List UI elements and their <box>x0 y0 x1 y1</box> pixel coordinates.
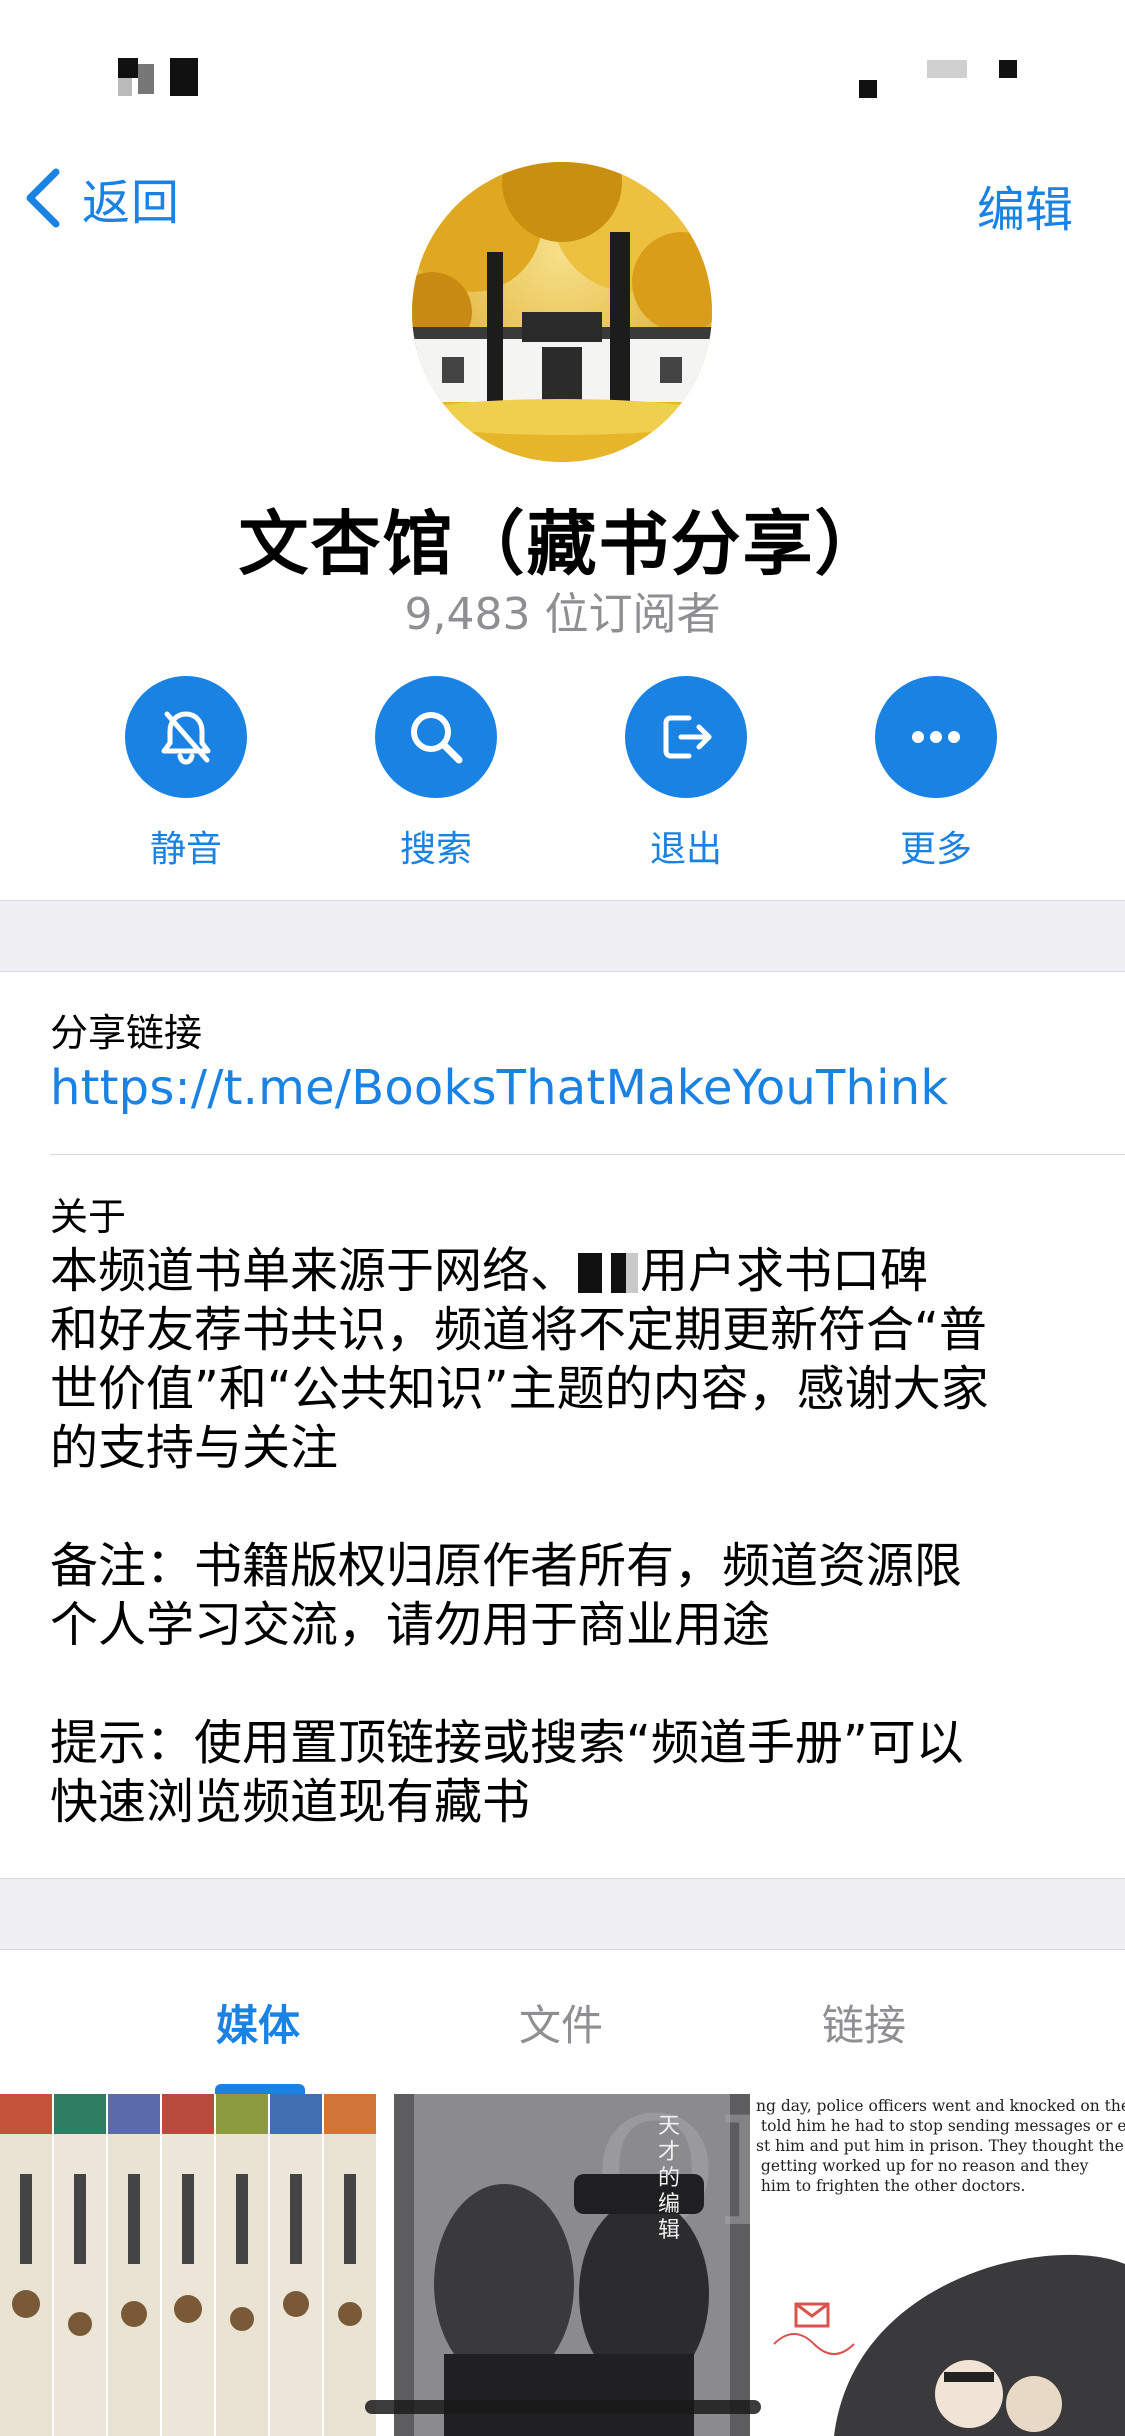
info-divider <box>50 1154 1125 1155</box>
leave-label: 退出 <box>649 829 722 870</box>
search-button[interactable]: 搜索 <box>356 676 516 872</box>
media-item-genius-book[interactable]: OR 天才的编辑 <box>394 2094 750 2436</box>
shared-media-tabs: 媒体 文件 链接 <box>0 1950 1125 2092</box>
mute-button[interactable]: 静音 <box>106 676 266 872</box>
redacted-text <box>578 1253 639 1293</box>
comic-caption: ng day, police officers went and knocked… <box>756 2097 1125 2195</box>
tab-indicator <box>215 2084 305 2094</box>
about-body: 和好友荐书共识，频道将不定期更新符合“普 世价值”和“公共知识”主题的内容，感谢… <box>50 1302 989 1830</box>
bell-slash-icon <box>161 711 211 765</box>
search-icon <box>411 712 463 764</box>
home-indicator <box>365 2400 761 2414</box>
status-indicators-redacted <box>859 58 1039 102</box>
media-item-comic[interactable]: ng day, police officers went and knocked… <box>754 2094 1125 2436</box>
chevron-left-icon <box>26 168 60 228</box>
book-set-image <box>0 2094 376 2436</box>
more-button[interactable]: 更多 <box>856 676 1016 872</box>
share-link[interactable]: https://t.me/BooksThatMakeYouThink <box>50 1060 948 1116</box>
back-label: 返回 <box>82 175 181 231</box>
about-line1-start: 本频道书单来源于网络、 <box>50 1243 579 1299</box>
mute-label: 静音 <box>149 829 222 870</box>
about-label: 关于 <box>50 1195 127 1239</box>
status-time-redacted <box>118 58 200 98</box>
more-label: 更多 <box>899 829 972 870</box>
media-item-book-set[interactable] <box>0 2094 376 2436</box>
book-cover-title: 天才的编辑 <box>658 2114 681 2243</box>
more-icon <box>912 731 960 743</box>
avatar-image <box>412 162 712 462</box>
media-grid: OR 天才的编辑 ng day, police officers went an… <box>0 2094 1125 2436</box>
tab-files[interactable]: 文件 <box>519 1992 603 2053</box>
channel-title: 文杏馆（藏书分享） <box>238 503 887 585</box>
book-cover-image: OR <box>394 2094 750 2436</box>
tab-media[interactable]: 媒体 <box>216 1992 300 2053</box>
subscriber-count: 9,483 位订阅者 <box>404 589 721 640</box>
about-text: 本频道书单来源于网络、 用户求书口碑 和好友荐书共识，频道将不定期更新符合“普 世… <box>50 1242 1090 1832</box>
edit-button[interactable]: 编辑 <box>977 170 1073 240</box>
status-bar <box>0 0 1125 110</box>
back-button[interactable]: 返回 <box>22 162 180 234</box>
action-row: 静音 搜索 退出 更多 <box>0 676 1125 870</box>
section-separator <box>0 900 1125 972</box>
search-label: 搜索 <box>399 829 472 870</box>
leave-icon <box>663 715 712 759</box>
section-separator <box>0 1878 1125 1950</box>
about-line1-end: 用户求书口碑 <box>640 1243 929 1299</box>
channel-avatar[interactable] <box>412 162 712 462</box>
tab-links[interactable]: 链接 <box>822 1992 906 2053</box>
leave-button[interactable]: 退出 <box>606 676 766 872</box>
share-link-label: 分享链接 <box>50 1011 203 1055</box>
